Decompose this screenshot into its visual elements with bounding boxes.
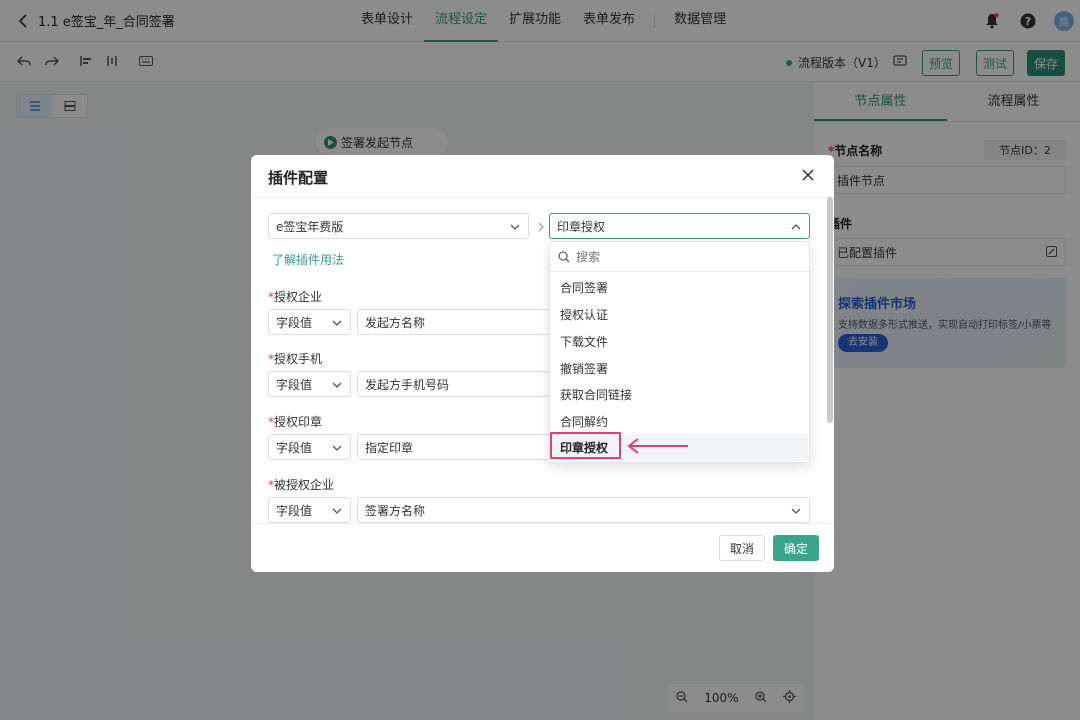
action-select[interactable]: 印章授权 [549, 213, 810, 239]
modal-title: 插件配置 [268, 169, 329, 187]
dropdown-option[interactable]: 授权认证 [551, 301, 808, 327]
modal-scrollbar[interactable] [827, 197, 833, 423]
pointer-arrow-icon [627, 438, 688, 454]
search-icon [558, 250, 570, 262]
chevron-down-icon [332, 382, 342, 388]
field-label-text: 授权印章 [274, 415, 323, 429]
highlight-box [550, 432, 621, 459]
field-label-text: 被授权企业 [274, 478, 335, 492]
field-label-text: 授权企业 [274, 290, 323, 304]
field-value: 发起方名称 [365, 315, 426, 330]
field-type-value: 字段值 [276, 377, 313, 392]
field-label: *授权手机 [268, 352, 323, 366]
cancel-button[interactable]: 取消 [719, 535, 765, 561]
confirm-button[interactable]: 确定 [773, 535, 819, 561]
field-type-select[interactable]: 字段值 [268, 497, 351, 523]
field-type-value: 字段值 [276, 315, 313, 330]
plugin-select[interactable]: e签宝年费版 [268, 213, 529, 239]
dropdown-option[interactable]: 撤销签署 [551, 355, 808, 381]
field-label-text: 授权手机 [274, 352, 323, 366]
dropdown-option[interactable]: 下载文件 [551, 328, 808, 354]
help-link[interactable]: 了解插件用法 [272, 251, 344, 268]
chevron-right-icon [538, 222, 544, 232]
dropdown-search[interactable] [550, 242, 809, 272]
field-type-select[interactable]: 字段值 [268, 434, 351, 460]
field-type-select[interactable]: 字段值 [268, 309, 351, 335]
action-dropdown: 合同签署 授权认证 下载文件 撤销签署 获取合同链接 合同解约 印章授权 [549, 241, 810, 463]
plugin-select-value: e签宝年费版 [276, 219, 344, 234]
action-select-value: 印章授权 [557, 219, 606, 234]
dropdown-option[interactable]: 获取合同链接 [551, 381, 808, 407]
modal-header-divider [251, 197, 834, 198]
search-input[interactable] [576, 249, 776, 264]
chevron-down-icon [510, 224, 520, 230]
field-value: 指定印章 [365, 440, 414, 455]
field-label: *授权企业 [268, 290, 323, 304]
field-type-value: 字段值 [276, 503, 313, 518]
field-label: *被授权企业 [268, 478, 335, 492]
close-icon[interactable] [799, 166, 817, 184]
field-label: *授权印章 [268, 415, 323, 429]
field-value-select[interactable]: 签署方名称 [357, 497, 810, 523]
dropdown-option[interactable]: 合同签署 [551, 274, 808, 300]
modal-footer-divider [251, 523, 834, 524]
chevron-down-icon [332, 320, 342, 326]
field-type-value: 字段值 [276, 440, 313, 455]
chevron-down-icon [332, 445, 342, 451]
chevron-up-icon [791, 224, 801, 230]
field-value: 签署方名称 [365, 503, 426, 518]
field-type-select[interactable]: 字段值 [268, 371, 351, 397]
chevron-down-icon [332, 508, 342, 514]
chevron-down-icon [791, 508, 801, 514]
field-value: 发起方手机号码 [365, 377, 450, 392]
dropdown-option[interactable]: 合同解约 [551, 408, 808, 434]
